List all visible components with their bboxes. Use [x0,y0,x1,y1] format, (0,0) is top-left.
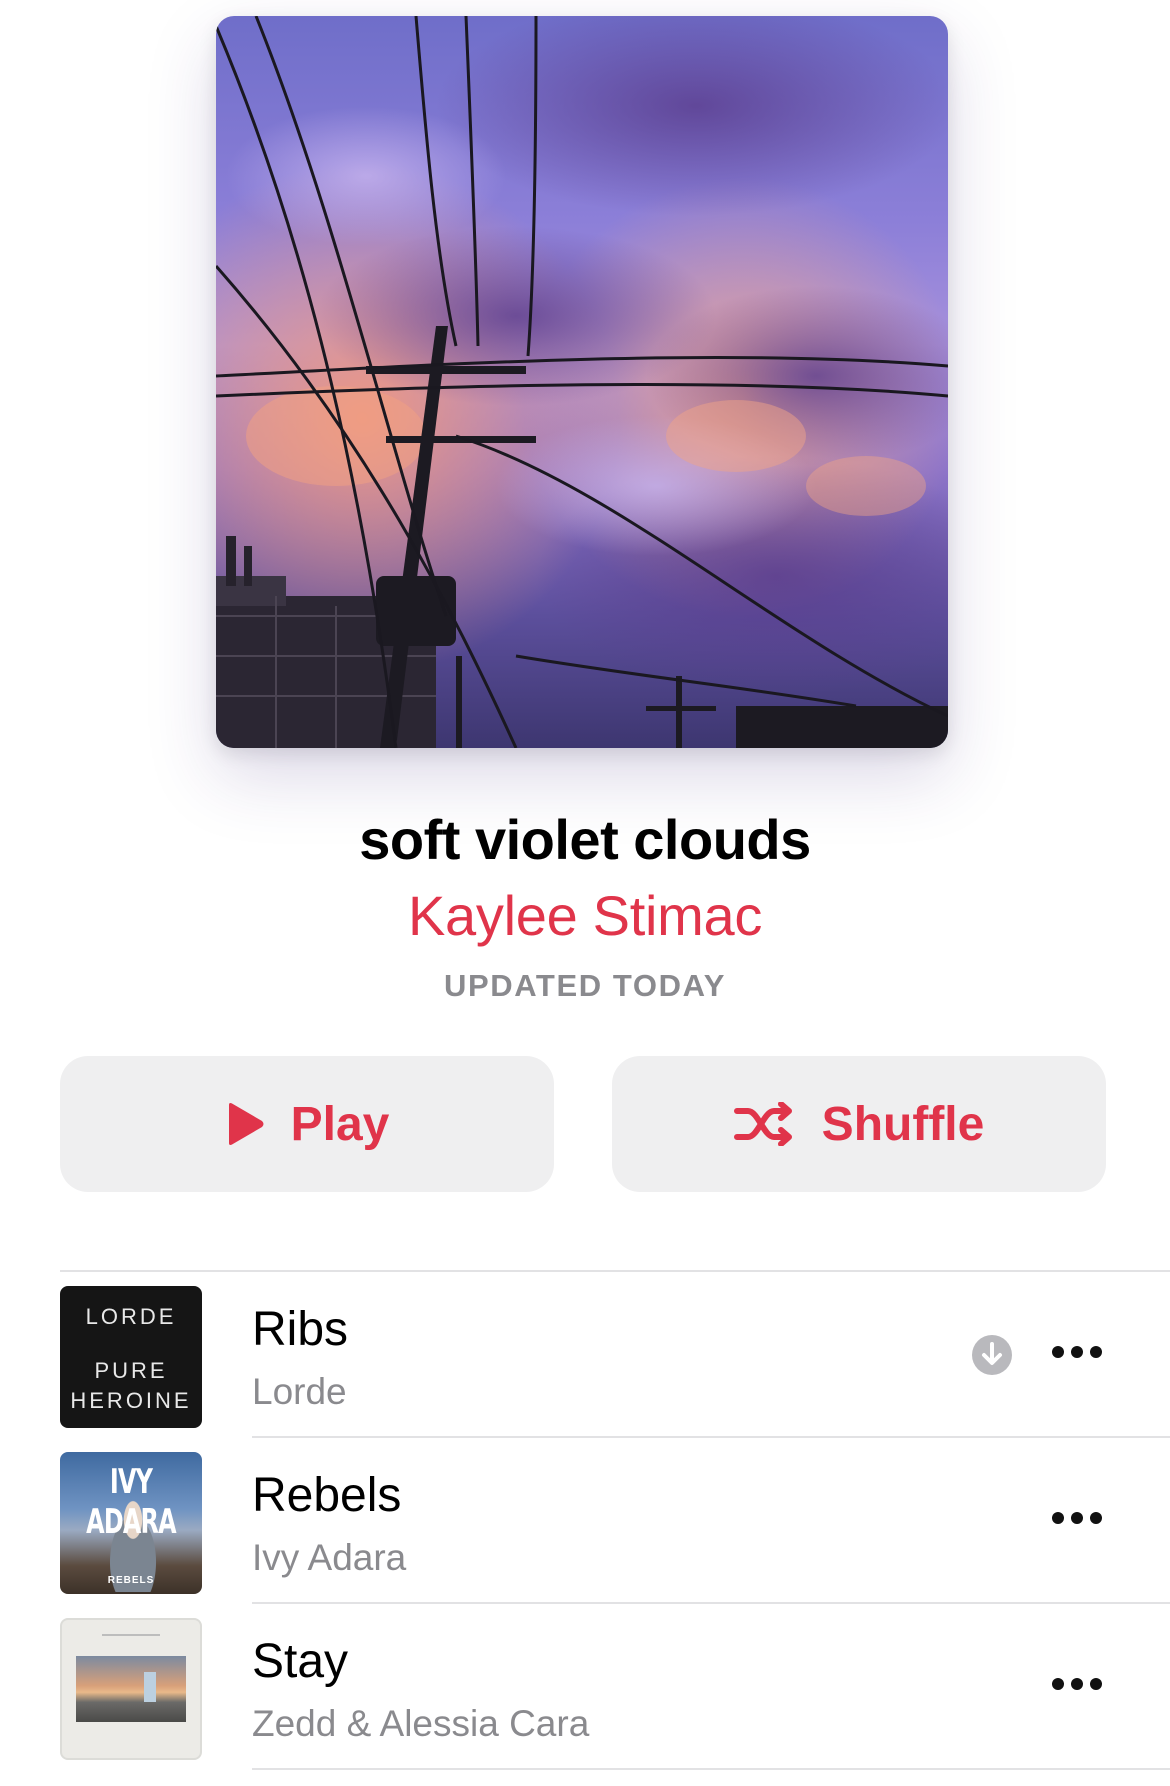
playlist-curator-link[interactable]: Kaylee Stimac [0,884,1170,948]
more-options-icon[interactable] [1052,1332,1102,1372]
playlist-title: soft violet clouds [359,808,811,871]
power-lines-sky-image [216,16,948,748]
song-row-ribs[interactable]: LORDE PURE HEROINE Ribs Lorde [0,1272,1170,1438]
song-artist: Ivy Adara [252,1537,407,1578]
song-title: Ribs [252,1303,349,1356]
play-label: Play [290,1097,390,1151]
song-title: Stay [252,1635,349,1688]
shuffle-button[interactable]: Shuffle [612,1056,1106,1192]
song-row-stay[interactable]: Stay Zedd & Alessia Cara [0,1604,1170,1770]
more-options-icon[interactable] [1052,1498,1102,1538]
more-options-icon[interactable] [1052,1664,1102,1704]
album-art-pure-heroine: LORDE PURE HEROINE [60,1286,202,1428]
shuffle-label: Shuffle [821,1097,985,1151]
song-artist: Zedd & Alessia Cara [252,1703,590,1744]
play-icon [225,1102,265,1146]
playlist-artwork [216,16,948,748]
row-divider [252,1768,1170,1770]
song-row-rebels[interactable]: IVY ADARA REBELS Rebels Ivy Adara [0,1438,1170,1604]
album-art-stay [60,1618,202,1760]
updated-status: UPDATED TODAY [443,968,727,1003]
song-title: Rebels [252,1469,402,1522]
play-button[interactable]: Play [60,1056,554,1192]
song-artist: Lorde [252,1371,347,1412]
shuffle-icon [733,1102,796,1146]
album-art-rebels: IVY ADARA REBELS [60,1452,202,1594]
download-arrow-icon [972,1335,1012,1375]
